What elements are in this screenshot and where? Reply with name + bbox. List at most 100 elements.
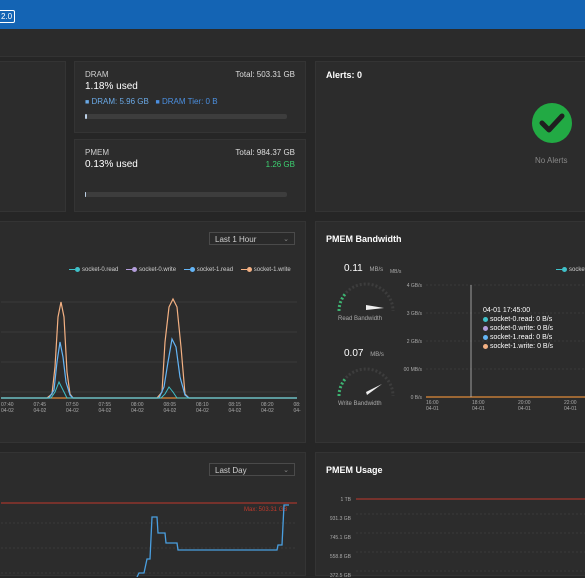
y-tick-label: 3 GB/s (407, 311, 423, 317)
x-tick-date: 04-02 (66, 408, 79, 414)
tooltip-row: socket-1.read: 0 B/s (483, 333, 553, 342)
max-label: Max: 503.31 GB (244, 507, 287, 513)
x-tick-date: 04-02 (99, 408, 112, 414)
x-tick-date: 04-02 (131, 408, 144, 414)
tooltip-row: socket-0.write: 0 B/s (483, 324, 553, 333)
top-header-bar: 2.0 (0, 0, 585, 29)
legend-item-socket-0-read[interactable]: socket-0.read (69, 267, 118, 273)
write-bandwidth-unit: MB/s (370, 352, 384, 358)
pmem-usage-card: PMEM Usage 1 TB 931.3 GB 745.1 GB 558.8 GB 3… (315, 452, 585, 576)
x-tick-date: 04-01 (564, 406, 577, 412)
y-tick-label: 4 GB/s (407, 283, 423, 289)
bandwidth-range-select[interactable]: Last 1 Hour ⌄ (209, 232, 295, 245)
pmem-bw-tooltip: 04-01 17:45:00 socket-0.read: 0 B/s sock… (483, 306, 553, 351)
pmem-card: PMEM Total: 984.37 GB 0.13% used 1.26 GB (74, 139, 306, 212)
tooltip-row-label: socket-1.read: 0 B/s (490, 334, 552, 341)
pmem-percent-used: 0.13% used (85, 159, 138, 170)
bandwidth-chart-card: Last 1 Hour ⌄ socket-0.read socket-0.wri… (0, 221, 306, 443)
y-tick-label: 558.8 GB (330, 554, 352, 560)
usage-range-select[interactable]: Last Day ⌄ (209, 463, 295, 476)
no-alerts-text: No Alerts (535, 156, 567, 165)
y-tick-label: 00 MB/s (404, 367, 423, 373)
tooltip-row: socket-0.read: 0 B/s (483, 315, 553, 324)
x-tick-date: 04-02 (229, 408, 242, 414)
legend-item-socket-0-write[interactable]: socket-0.write (126, 267, 176, 273)
dram-usage-bar-fill (85, 114, 87, 119)
pmem-bw-x-axis-labels: 16:0004-0118:0004-0120:0004-0122:0004-01 (426, 400, 577, 412)
dram-legend: ■ DRAM: 5.96 GB ■ DRAM Tier: 0 B (85, 97, 218, 106)
pmem-usage-bar (85, 192, 287, 197)
pmem-used-value: 1.26 GB (266, 160, 295, 169)
dram-usage-bar (85, 114, 287, 119)
pmem-bw-legend: socket (556, 267, 585, 273)
y-tick-label: 931.3 GB (330, 516, 352, 522)
y-tick-label: 0 B/s (411, 395, 423, 401)
usage-line-chart: Max: 503.31 GB (0, 493, 303, 577)
tooltip-time: 04-01 17:45:00 (483, 306, 553, 315)
legend-label: socket-1.write (254, 267, 291, 273)
x-tick-date: 04-02 (164, 408, 177, 414)
x-tick-date: 04- (294, 408, 302, 414)
pmem-bandwidth-card: PMEM Bandwidth 0.11 MB/s Read Bandwidth … (315, 221, 585, 443)
pmem-title: PMEM (85, 148, 109, 157)
read-bandwidth-label: Read Bandwidth (338, 316, 382, 322)
legend-item-socket-1-write[interactable]: socket-1.write (241, 267, 291, 273)
y-tick-label: 1 TB (341, 497, 352, 503)
read-bandwidth-value: 0.11 MB/s (344, 263, 383, 274)
x-tick-date: 04-02 (261, 408, 274, 414)
dram-legend-tier: DRAM Tier: 0 B (162, 97, 218, 106)
series-socket-1-write (1, 299, 297, 398)
legend-label: socket (569, 267, 585, 273)
pmem-bw-y-unit: MB/s (390, 269, 401, 275)
tooltip-row-label: socket-0.write: 0 B/s (490, 325, 553, 332)
x-tick-date: 04-01 (426, 406, 439, 412)
write-bandwidth-value: 0.07 MB/s (344, 348, 384, 359)
y-tick-label: 372.5 GB (330, 573, 352, 578)
pmem-total: Total: 984.37 GB (235, 148, 295, 157)
usage-series (137, 505, 289, 577)
dram-total: Total: 503.31 GB (235, 70, 295, 79)
legend-label: socket-1.read (197, 267, 233, 273)
x-tick-date: 04-02 (34, 408, 47, 414)
bandwidth-legend: socket-0.read socket-0.write socket-1.re… (69, 267, 297, 273)
x-tick-date: 04-01 (472, 406, 485, 412)
dram-title: DRAM (85, 70, 109, 79)
series-socket-0-read (1, 382, 297, 398)
x-tick-date: 04-02 (1, 408, 14, 414)
chevron-down-icon: ⌄ (283, 464, 289, 477)
sub-header-bar (0, 29, 585, 57)
series-socket-1-read (1, 339, 297, 398)
pmem-bandwidth-title: PMEM Bandwidth (326, 234, 402, 244)
pmem-usage-title: PMEM Usage (326, 465, 383, 475)
tooltip-row-label: socket-1.write: 0 B/s (490, 343, 553, 350)
read-bandwidth-unit: MB/s (370, 267, 384, 273)
alerts-title: Alerts: 0 (326, 70, 362, 80)
read-bandwidth-gauge (334, 275, 398, 315)
alerts-card: Alerts: 0 No Alerts (315, 61, 585, 212)
bandwidth-line-chart: 07:4004-0207:4504-0207:5004-0207:5504-02… (0, 282, 303, 442)
y-tick-label: 745.1 GB (330, 535, 352, 541)
bandwidth-range-value: Last 1 Hour (215, 235, 256, 244)
left-summary-card (0, 61, 66, 212)
write-bandwidth-number: 0.07 (344, 348, 363, 359)
x-tick-date: 04-01 (518, 406, 531, 412)
chevron-down-icon: ⌄ (283, 233, 289, 246)
legend-label: socket-0.read (82, 267, 118, 273)
dram-card: DRAM Total: 503.31 GB 1.18% used ■ DRAM:… (74, 61, 306, 133)
legend-item-socket-1-read[interactable]: socket-1.read (184, 267, 233, 273)
dram-percent-used: 1.18% used (85, 81, 138, 92)
bandwidth-x-axis-labels: 07:4004-0207:4504-0207:5004-0207:5504-02… (1, 402, 301, 414)
pmem-usage-chart: 1 TB 931.3 GB 745.1 GB 558.8 GB 372.5 GB (316, 488, 585, 578)
x-tick-date: 04-02 (196, 408, 209, 414)
usage-chart-card: Last Day ⌄ Max: 503.31 GB (0, 452, 306, 576)
tooltip-row: socket-1.write: 0 B/s (483, 342, 553, 351)
tooltip-row-label: socket-0.read: 0 B/s (490, 316, 552, 323)
check-circle-icon (531, 102, 573, 144)
usage-range-value: Last Day (215, 466, 247, 475)
pmem-usage-y-axis-labels: 1 TB 931.3 GB 745.1 GB 558.8 GB 372.5 GB (330, 497, 352, 578)
dram-legend-dram: DRAM: 5.96 GB (91, 97, 148, 106)
write-bandwidth-gauge (334, 360, 398, 400)
write-bandwidth-label: Write Bandwidth (338, 401, 382, 407)
legend-label: socket-0.write (139, 267, 176, 273)
y-tick-label: 2 GB/s (407, 339, 423, 345)
